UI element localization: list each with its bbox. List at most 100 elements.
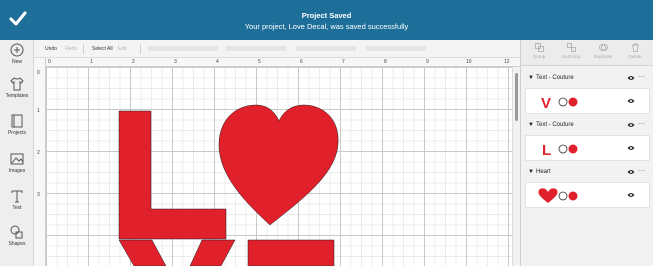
ungroup-button[interactable]: UnGroup: [557, 43, 585, 59]
font-style-control[interactable]: [148, 46, 218, 51]
ruler-label: 12: [504, 59, 510, 65]
rail-item-label: Projects: [7, 130, 27, 136]
group-icon: [534, 43, 544, 52]
alignment-control[interactable]: [226, 46, 286, 51]
rail-item-label: New: [11, 59, 22, 65]
ruler-label: 10: [466, 59, 472, 65]
ruler-label: 9: [426, 59, 429, 65]
tool-label: UnGroup: [561, 54, 581, 59]
layer-thumbnail: [538, 188, 578, 203]
select-all-button[interactable]: Select All: [92, 46, 113, 52]
more-options-icon[interactable]: ⋯: [638, 120, 645, 128]
tool-label: Duplicate: [593, 54, 613, 59]
eye-icon[interactable]: [627, 145, 635, 151]
duplicate-icon: [598, 44, 608, 51]
eye-icon[interactable]: [627, 122, 635, 128]
ruler-label: 2: [132, 59, 135, 65]
size-control[interactable]: [296, 46, 356, 51]
duplicate-button[interactable]: Duplicate: [589, 43, 617, 59]
tool-label: Group: [532, 54, 546, 59]
text-icon: [11, 190, 23, 203]
rail-item-label: Shapes: [8, 241, 26, 247]
rail-item-label: Templates: [5, 93, 29, 99]
tool-label: Delete: [628, 54, 642, 59]
toolbar-divider: [83, 44, 84, 54]
rail-item-label: Images: [8, 168, 26, 174]
redo-button[interactable]: Redo: [65, 46, 77, 52]
letter-v-shape: [118, 239, 236, 266]
scrollbar-thumb[interactable]: [515, 73, 518, 121]
layer-row[interactable]: L: [525, 135, 650, 161]
canvas-artwork: [118, 104, 339, 266]
layer-group-name: Heart: [536, 169, 551, 175]
thumbnail-letter: L: [542, 142, 551, 158]
rail-item-templates[interactable]: Templates: [0, 76, 34, 99]
layer-thumbnail: V: [541, 95, 578, 111]
group-button[interactable]: Group: [525, 43, 553, 59]
image-icon: [10, 153, 24, 165]
rail-item-text[interactable]: Text: [0, 188, 34, 211]
design-canvas[interactable]: [46, 67, 512, 266]
left-ruler: 0 1 2 3: [34, 58, 46, 266]
layers-panel: Group UnGroup Duplicate Delete ▼ Text - …: [520, 40, 653, 266]
undo-button[interactable]: Undo: [45, 46, 57, 52]
layer-thumbnail: L: [542, 142, 578, 158]
more-options-icon[interactable]: ⋯: [638, 73, 645, 81]
edit-toolbar: Undo Redo Select All Edit: [34, 40, 520, 58]
layer-group-name: Text - Couture: [536, 75, 574, 81]
shapes-icon: [10, 225, 23, 239]
eye-icon[interactable]: [627, 169, 635, 175]
edit-menu-button[interactable]: Edit: [118, 46, 127, 52]
ruler-label: 3: [37, 192, 40, 198]
banner-title: Project Saved: [301, 11, 352, 20]
rail-item-projects[interactable]: Projects: [0, 113, 34, 136]
ruler-label: 1: [90, 59, 93, 65]
left-tool-rail: New Templates Projects Images Text Shape…: [0, 40, 34, 266]
delete-button[interactable]: Delete: [621, 43, 649, 59]
ruler-label: 7: [342, 59, 345, 65]
ungroup-icon: [566, 43, 576, 52]
rail-item-images[interactable]: Images: [0, 151, 34, 174]
rail-item-shapes[interactable]: Shapes: [0, 224, 34, 247]
ruler-label: 3: [174, 59, 177, 65]
trash-icon: [631, 43, 639, 52]
book-icon: [11, 114, 23, 128]
collapse-triangle-icon[interactable]: ▼: [528, 169, 534, 175]
collapse-triangle-icon[interactable]: ▼: [528, 122, 534, 128]
eye-icon[interactable]: [627, 98, 635, 104]
eye-icon[interactable]: [627, 75, 635, 81]
layer-group-header[interactable]: ▼ Heart ⋯: [521, 165, 653, 180]
collapse-triangle-icon[interactable]: ▼: [528, 75, 534, 81]
ruler-label: 0: [48, 59, 51, 65]
letter-l-shape: [118, 110, 227, 240]
heart-thumbnail-icon: [538, 188, 558, 203]
canvas-scrollbar[interactable]: [512, 67, 520, 266]
eye-icon[interactable]: [627, 192, 635, 198]
rail-item-label: Text: [12, 205, 22, 211]
top-ruler: 0 1 2 3 4 5 6 7 8 9 10 12: [46, 58, 520, 67]
thumbnail-letter: V: [541, 95, 551, 111]
toolbar-divider: [140, 44, 141, 54]
letter-e-shape: [247, 239, 335, 266]
banner-message: Your project, Love Decal, was saved succ…: [244, 22, 409, 31]
ruler-label: 2: [37, 150, 40, 156]
more-options-icon[interactable]: ⋯: [638, 167, 645, 175]
layer-tools: Group UnGroup Duplicate Delete: [521, 40, 653, 66]
layer-group-header[interactable]: ▼ Text - Couture ⋯: [521, 71, 653, 86]
ruler-label: 0: [37, 70, 40, 76]
ruler-label: 4: [216, 59, 219, 65]
save-notification-banner: Project Saved Your project, Love Decal, …: [0, 0, 653, 40]
ruler-label: 6: [300, 59, 303, 65]
layer-group-name: Text - Couture: [536, 122, 574, 128]
shirt-icon: [10, 77, 24, 91]
layer-row[interactable]: V: [525, 88, 650, 114]
rotate-control[interactable]: [366, 46, 426, 51]
plus-circle-icon: [10, 43, 24, 57]
ruler-label: 5: [258, 59, 261, 65]
ruler-label: 8: [384, 59, 387, 65]
heart-shape: [218, 104, 339, 226]
ruler-label: 1: [37, 108, 40, 114]
layer-row[interactable]: [525, 182, 650, 208]
rail-item-new[interactable]: New: [0, 42, 34, 65]
layer-group-header[interactable]: ▼ Text - Couture ⋯: [521, 118, 653, 133]
